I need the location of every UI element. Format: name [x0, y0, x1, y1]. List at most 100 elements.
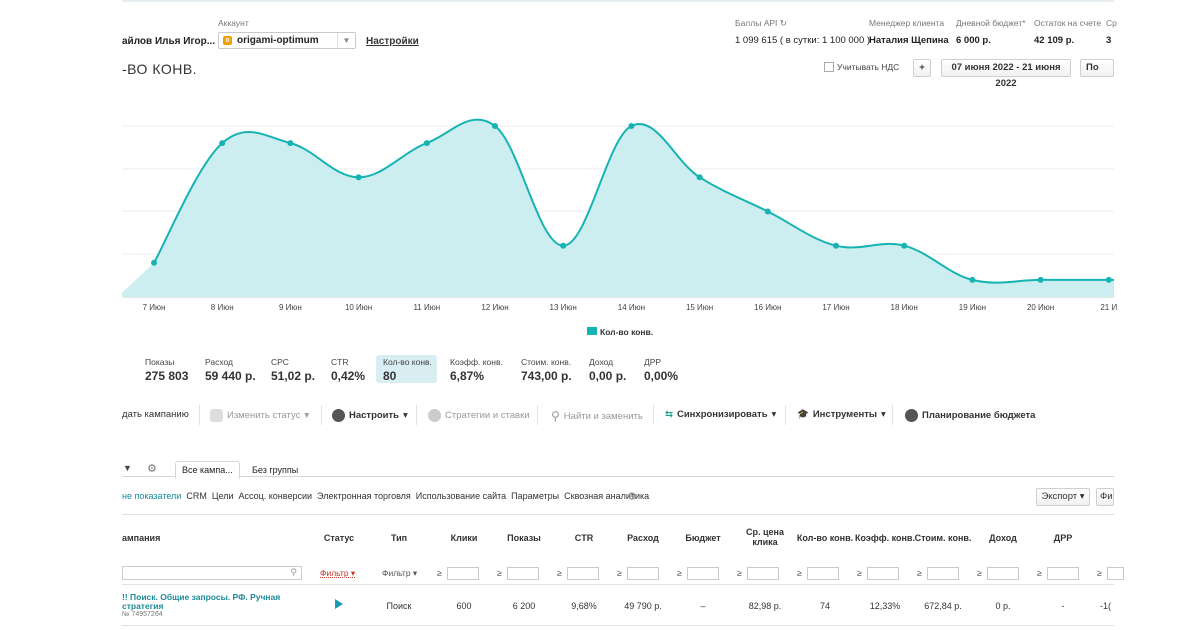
data-point[interactable] [492, 123, 498, 129]
th-clicks[interactable]: Клики [443, 533, 485, 543]
filter-button[interactable]: Фи [1096, 488, 1114, 506]
refresh-icon[interactable]: ↻ [780, 18, 787, 28]
tab-no-group[interactable]: Без группы [252, 465, 298, 475]
x-tick-label: 8 Июн [211, 303, 234, 312]
numeric-filter-input[interactable] [807, 567, 839, 580]
api-label-text: Баллы API [735, 18, 778, 28]
numeric-filter-input[interactable] [447, 567, 479, 580]
th-campaign[interactable]: ампания [122, 533, 160, 543]
strategies-button[interactable]: Стратегии и ставки [428, 409, 530, 422]
data-point[interactable] [901, 242, 908, 249]
chevron-down-icon[interactable]: ▼ [123, 463, 132, 473]
th-conv-cost[interactable]: Стоим. конв. [913, 533, 973, 543]
metric-value[interactable]: 0,00% [644, 369, 678, 383]
th-income[interactable]: Доход [982, 533, 1024, 543]
metric-label: Показы [145, 357, 175, 367]
play-icon[interactable] [335, 599, 343, 609]
numeric-filter-input[interactable] [747, 567, 779, 580]
metric-value[interactable]: 743,00 р. [521, 369, 572, 383]
legend-label[interactable]: Кол-во конв. [600, 327, 653, 337]
subnav-item[interactable]: Использование сайта [416, 491, 506, 501]
numeric-filter-input[interactable] [927, 567, 959, 580]
data-point[interactable] [1037, 276, 1044, 283]
ge-symbol: ≥ [797, 568, 802, 578]
conversions-chart: 7 Июн 8 Июн 9 Июн 10 Июн 11 Июн 12 Июн 13 Июн 1… [122, 118, 1117, 337]
gear-icon[interactable]: ⚙ [627, 490, 637, 503]
numeric-filter-input[interactable] [627, 567, 659, 580]
date-range-button[interactable]: 07 июня 2022 - 21 июня 2022 [941, 59, 1071, 89]
subnav-item[interactable]: не показатели [122, 491, 181, 501]
account-select[interactable]: o origami-optimum ▼ [218, 32, 356, 49]
data-point[interactable] [833, 242, 839, 249]
numeric-filter-input[interactable] [987, 567, 1019, 580]
change-status-label: Изменить статус [227, 410, 301, 421]
subnav-item[interactable]: Ассоц. конверсии [239, 491, 313, 501]
gear-icon[interactable]: ⚙ [147, 462, 157, 475]
th-type[interactable]: Тип [378, 533, 420, 543]
metric-label: CPC [271, 357, 289, 367]
numeric-filter-input[interactable] [867, 567, 899, 580]
configure-button[interactable]: Настроить ▾ [332, 409, 408, 422]
group-by-button[interactable]: По дня [1080, 59, 1114, 77]
row-conv-rate: 12,33% [869, 601, 901, 611]
campaign-search-input[interactable]: ⚲ [122, 566, 302, 580]
numeric-filter-input[interactable] [507, 567, 539, 580]
th-status[interactable]: Статус [318, 533, 360, 543]
manager-value: Наталия Щепина [869, 35, 949, 46]
x-tick-label: 21 И [1100, 303, 1117, 312]
user-name[interactable]: айлов Илья Игор... [122, 36, 215, 47]
subnav-item[interactable]: Цели [212, 491, 234, 501]
chevron-down-icon[interactable]: ▼ [337, 33, 355, 48]
th-spend[interactable]: Расход [622, 533, 664, 543]
data-point[interactable] [560, 242, 567, 249]
type-filter-dropdown[interactable]: Фильтр ▾ [382, 568, 417, 579]
api-value: 1 099 615 ( в сутки: 1 100 000 ) [735, 35, 871, 46]
tab-all-campaigns[interactable]: Все кампа... [175, 461, 240, 479]
status-filter-dropdown[interactable]: Фильтр ▾ [320, 568, 355, 579]
data-point[interactable] [219, 140, 226, 147]
data-point[interactable] [423, 140, 430, 147]
data-point[interactable] [287, 140, 294, 147]
data-point[interactable] [628, 123, 635, 129]
numeric-filter-input[interactable] [1107, 567, 1124, 580]
th-avg-cpc[interactable]: Ср. цена клика [740, 527, 790, 547]
th-impressions[interactable]: Показы [503, 533, 545, 543]
tools-button[interactable]: 🎓 Инструменты ▾ [797, 409, 886, 420]
subnav-item[interactable]: CRM [186, 491, 207, 501]
metric-value[interactable]: 59 440 р. [205, 369, 256, 383]
data-point[interactable] [355, 174, 362, 181]
numeric-filter-input[interactable] [567, 567, 599, 580]
find-replace-button[interactable]: ⚲ Найти и заменить [551, 409, 643, 423]
settings-link[interactable]: Настройки [366, 36, 419, 47]
change-status-button[interactable]: Изменить статус ▾ [210, 409, 309, 422]
add-metric-button[interactable]: + [913, 59, 931, 77]
subnav-item[interactable]: Электронная торговля [317, 491, 411, 501]
th-conv-rate[interactable]: Коэфф. конв. [855, 533, 915, 543]
export-button[interactable]: Экспорт ▾ [1036, 488, 1090, 506]
numeric-filter-input[interactable] [1047, 567, 1079, 580]
status-icon [210, 409, 223, 422]
budget-planning-label: Планирование бюджета [922, 410, 1036, 421]
subnav-item[interactable]: Параметры [511, 491, 559, 501]
data-point[interactable] [764, 208, 771, 215]
th-ctr[interactable]: CTR [563, 533, 605, 543]
metric-value[interactable]: 275 803 [145, 369, 188, 383]
metric-value[interactable]: 0,00 р. [589, 369, 626, 383]
campaign-name-link[interactable]: !! Поиск. Общие запросы. РФ. Ручная стра… [122, 593, 292, 611]
data-point[interactable] [151, 259, 157, 266]
data-point[interactable] [696, 174, 703, 181]
metric-value[interactable]: 0,42% [331, 369, 365, 383]
numeric-filter-input[interactable] [687, 567, 719, 580]
th-conversions[interactable]: Кол-во конв. [795, 533, 855, 543]
metric-value[interactable]: 6,87% [450, 369, 484, 383]
vat-checkbox[interactable] [824, 62, 834, 72]
budget-planning-button[interactable]: Планирование бюджета [905, 409, 1035, 422]
metric-value[interactable]: 80 [383, 369, 396, 383]
data-point[interactable] [1105, 276, 1112, 283]
metric-value[interactable]: 51,02 р. [271, 369, 315, 383]
th-drr[interactable]: ДРР [1042, 533, 1084, 543]
sync-button[interactable]: ⇆ Синхронизировать ▾ [665, 409, 776, 420]
create-campaign-button[interactable]: дать кампанию [122, 409, 189, 420]
data-point[interactable] [969, 276, 976, 283]
th-budget[interactable]: Бюджет [682, 533, 724, 543]
